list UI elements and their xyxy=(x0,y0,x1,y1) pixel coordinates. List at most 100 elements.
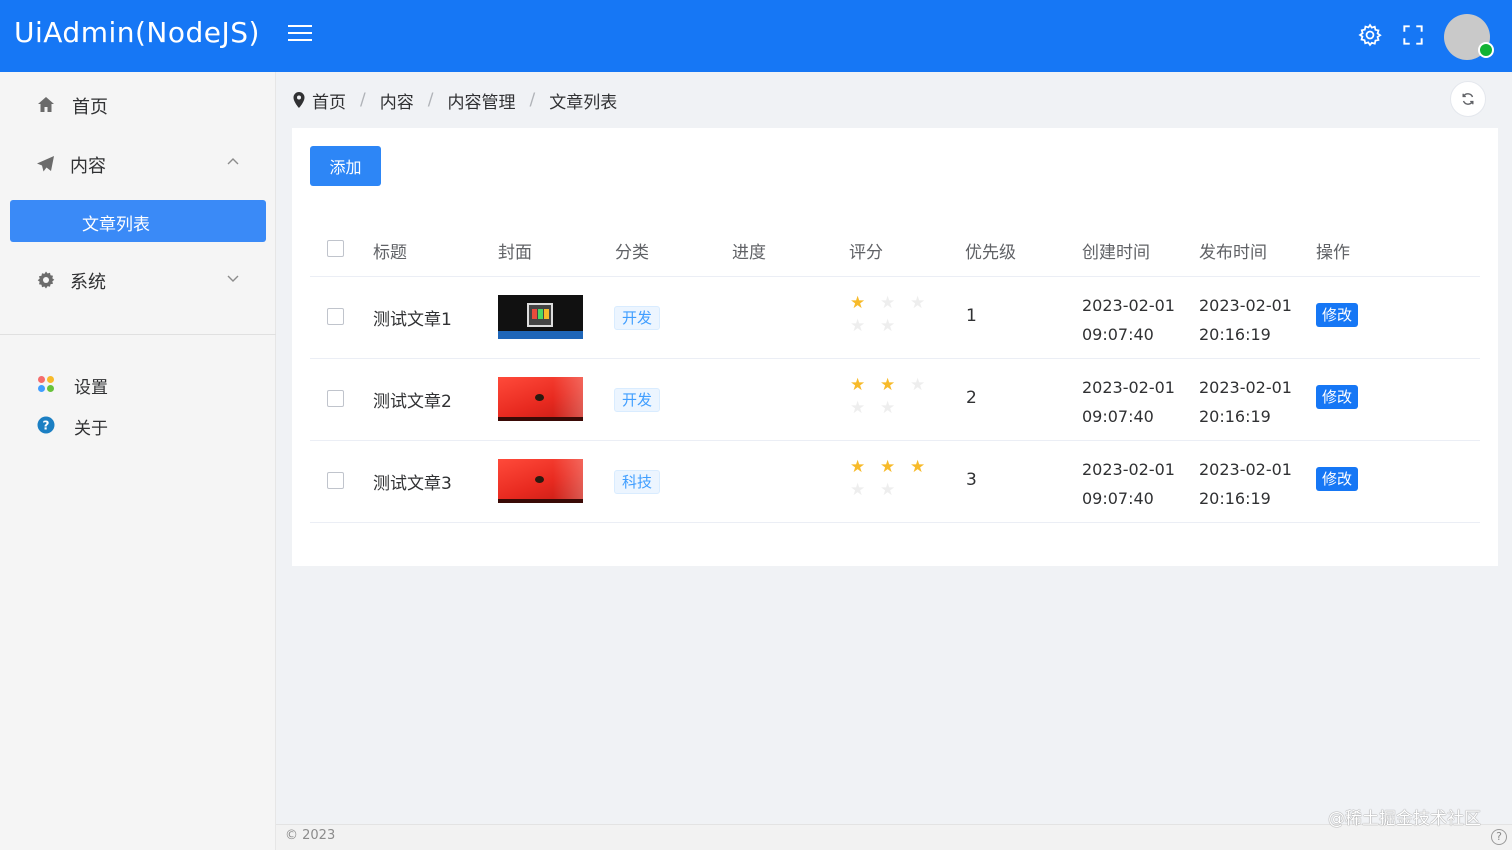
column-header: 分类 xyxy=(615,243,649,263)
home-icon xyxy=(38,97,54,112)
menu-toggle-button[interactable] xyxy=(288,22,316,50)
car-shine xyxy=(553,377,583,421)
breadcrumb-item[interactable]: 首页 xyxy=(312,88,346,113)
article-title: 测试文章2 xyxy=(373,392,452,412)
sidebar-item-label: 首页 xyxy=(72,97,108,118)
star-empty-icon[interactable]: ★ xyxy=(850,318,865,335)
priority-value: 2 xyxy=(966,388,977,408)
star-filled-icon[interactable]: ★ xyxy=(910,459,925,476)
star-empty-icon[interactable]: ★ xyxy=(910,377,925,394)
sidebar-item-label: 内容 xyxy=(70,156,106,177)
created-date-text: 2023-02-01 xyxy=(1082,378,1175,397)
star-empty-icon[interactable]: ★ xyxy=(850,400,865,417)
star-empty-icon[interactable]: ★ xyxy=(880,318,895,335)
published-date-text: 2023-02-01 xyxy=(1199,460,1292,479)
sidebar-item-system[interactable]: 系统 xyxy=(0,255,276,305)
sidebar-link-about[interactable]: ? 关于 xyxy=(0,408,276,444)
star-filled-icon[interactable]: ★ xyxy=(850,459,865,476)
created-time: 2023-02-01 09:07:40 xyxy=(1082,455,1175,513)
sidebar-item-article-list[interactable]: 文章列表 xyxy=(10,200,266,242)
category-tag: 开发 xyxy=(614,306,661,330)
cover-image[interactable] xyxy=(498,295,583,339)
edit-button[interactable]: 修改 xyxy=(1316,467,1359,491)
edit-button[interactable]: 修改 xyxy=(1316,385,1359,409)
cover-image[interactable] xyxy=(498,377,583,421)
breadcrumb-separator: / xyxy=(427,90,434,110)
select-all-checkbox[interactable] xyxy=(327,240,344,257)
column-header: 标题 xyxy=(373,243,407,263)
column-header: 发布时间 xyxy=(1199,243,1267,263)
breadcrumb-item-current: 文章列表 xyxy=(549,92,618,113)
sidebar-item-content[interactable]: 内容 xyxy=(0,139,276,189)
column-header: 操作 xyxy=(1316,243,1350,263)
sidebar-link-settings[interactable]: 设置 xyxy=(0,367,276,403)
star-empty-icon[interactable]: ★ xyxy=(880,400,895,417)
created-time-text: 09:07:40 xyxy=(1082,489,1154,508)
row-checkbox[interactable] xyxy=(327,390,344,407)
watermark-text: @稀土掘金技术社区 xyxy=(1328,809,1481,829)
star-filled-icon[interactable]: ★ xyxy=(850,377,865,394)
fullscreen-icon[interactable] xyxy=(1400,22,1426,48)
table-row: 测试文章2 开发 ★ ★ ★ ★ ★ 2 2023-02-01 09:07:40 202… xyxy=(310,359,1480,441)
published-time: 2023-02-01 20:16:19 xyxy=(1199,455,1292,513)
published-date-text: 2023-02-01 xyxy=(1199,378,1292,397)
breadcrumb-separator: / xyxy=(360,90,366,110)
article-title: 测试文章1 xyxy=(373,310,452,330)
breadcrumb-item[interactable]: 内容 xyxy=(380,88,414,113)
edit-button[interactable]: 修改 xyxy=(1316,303,1359,327)
cover-stripe xyxy=(498,331,583,339)
sidebar-item-home[interactable]: 首页 xyxy=(0,80,276,130)
menu-icon-bar xyxy=(288,25,312,27)
add-button[interactable]: 添加 xyxy=(310,146,381,186)
table-header: 标题 封面 分类 进度 评分 优先级 创建时间 发布时间 操作 xyxy=(310,220,1480,277)
cover-image[interactable] xyxy=(498,459,583,503)
table-row: 测试文章1 开发 ★ ★ ★ ★ ★ 1 2023-02-01 09:07:40 202… xyxy=(310,277,1480,359)
tv-screen-image xyxy=(527,303,553,327)
menu-icon-bar xyxy=(288,32,312,34)
sidebar-item-label: 系统 xyxy=(70,272,106,293)
red-car-image xyxy=(535,394,544,401)
online-status-dot xyxy=(1478,42,1494,58)
created-time-text: 09:07:40 xyxy=(1082,325,1154,344)
row-checkbox[interactable] xyxy=(327,308,344,325)
created-date-text: 2023-02-01 xyxy=(1082,296,1175,315)
star-filled-icon[interactable]: ★ xyxy=(880,377,895,394)
sidebar-link-label: 关于 xyxy=(74,419,108,439)
star-filled-icon[interactable]: ★ xyxy=(850,295,865,312)
star-empty-icon[interactable]: ★ xyxy=(880,482,895,499)
breadcrumb-item[interactable]: 内容管理 xyxy=(447,88,515,113)
settings-gear-icon[interactable] xyxy=(1357,22,1383,48)
content-card: 添加 标题 封面 分类 进度 评分 优先级 创建时间 发布时间 操作 测试文章1… xyxy=(292,128,1498,566)
copyright-text: © 2023 xyxy=(285,828,336,843)
row-checkbox[interactable] xyxy=(327,472,344,489)
article-table: 标题 封面 分类 进度 评分 优先级 创建时间 发布时间 操作 测试文章1 开发… xyxy=(310,220,1480,523)
category-tag: 开发 xyxy=(614,388,661,412)
top-header: UiAdmin(NodeJS) xyxy=(0,0,1512,72)
chevron-up-icon xyxy=(227,158,239,165)
created-time: 2023-02-01 09:07:40 xyxy=(1082,373,1175,431)
breadcrumb: 首页 / 内容 / 内容管理 / 文章列表 xyxy=(292,86,617,114)
article-title: 测试文章3 xyxy=(373,474,452,494)
sidebar-link-label: 设置 xyxy=(74,378,108,398)
help-circle-icon: ? xyxy=(37,416,55,434)
created-time: 2023-02-01 09:07:40 xyxy=(1082,291,1175,349)
star-filled-icon[interactable]: ★ xyxy=(880,459,895,476)
star-empty-icon[interactable]: ★ xyxy=(880,295,895,312)
gear-icon xyxy=(37,271,55,289)
breadcrumb-separator: / xyxy=(529,90,536,110)
priority-value: 1 xyxy=(966,306,977,326)
help-icon[interactable]: ? xyxy=(1491,829,1507,845)
red-car-image xyxy=(535,476,544,483)
star-empty-icon[interactable]: ★ xyxy=(850,482,865,499)
star-empty-icon[interactable]: ★ xyxy=(910,295,925,312)
refresh-icon xyxy=(1462,93,1474,105)
created-time-text: 09:07:40 xyxy=(1082,407,1154,426)
paper-plane-icon xyxy=(37,156,54,172)
footer: © 2023 xyxy=(276,824,1512,850)
cover-edge xyxy=(498,499,583,503)
apps-icon xyxy=(38,376,54,392)
table-row: 测试文章3 科技 ★ ★ ★ ★ ★ 3 2023-02-01 09:07:40 202… xyxy=(310,441,1480,523)
location-pin-icon xyxy=(293,92,305,108)
created-date-text: 2023-02-01 xyxy=(1082,460,1175,479)
refresh-button[interactable] xyxy=(1450,81,1486,117)
